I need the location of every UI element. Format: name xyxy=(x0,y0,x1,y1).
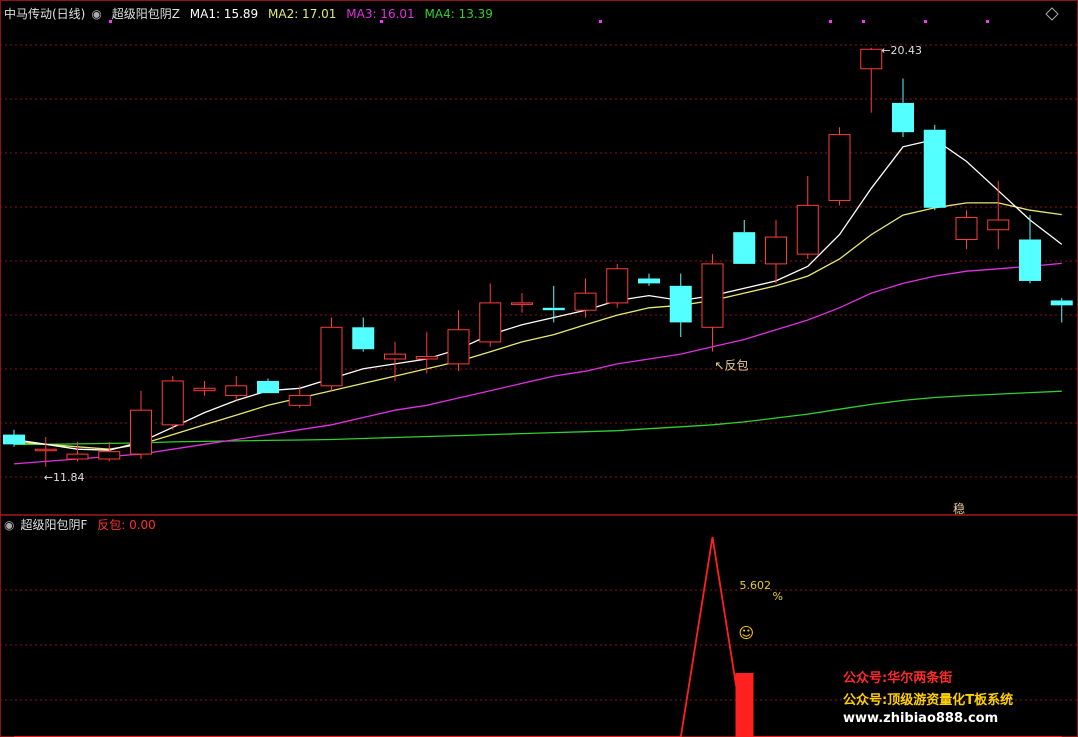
candle-body xyxy=(225,385,248,397)
signal-dot xyxy=(599,20,602,23)
candle-body xyxy=(892,102,914,133)
candle-body xyxy=(955,217,978,240)
candle-body xyxy=(923,129,946,208)
candle xyxy=(955,210,978,250)
candle xyxy=(796,176,819,259)
candle-body xyxy=(447,329,470,365)
candle xyxy=(3,429,25,447)
candle-body xyxy=(1019,239,1041,281)
candle-body xyxy=(828,134,851,201)
ma3-line xyxy=(13,262,1062,465)
candle xyxy=(161,376,184,430)
candle-body xyxy=(66,453,89,460)
high-price-label: ←20.43 xyxy=(881,44,922,57)
percent-sign: % xyxy=(773,590,783,603)
candle xyxy=(923,124,946,211)
candle-body xyxy=(161,380,184,426)
candle-body xyxy=(415,356,438,360)
candle xyxy=(606,263,629,308)
kline-chart[interactable]: ←20.43 ←11.84 ↖反包稳 5.602% ☺ xyxy=(0,0,1078,737)
candle xyxy=(892,78,914,138)
candle-body xyxy=(193,387,216,392)
candle xyxy=(98,441,121,462)
dropdown-icon[interactable]: ◉ xyxy=(91,7,101,21)
signal-dot xyxy=(986,20,989,23)
ma2-readout: MA2: 17.01 xyxy=(268,7,337,21)
ma1-readout: MA1: 15.89 xyxy=(189,7,259,21)
candle xyxy=(320,317,343,391)
candle xyxy=(352,317,375,352)
candle-body xyxy=(765,236,787,265)
candle xyxy=(193,380,216,396)
dropdown-icon[interactable]: ◉ xyxy=(4,518,14,532)
candle xyxy=(225,376,248,401)
candle-body xyxy=(987,219,1010,231)
candle-body xyxy=(1050,300,1073,306)
signal-dot xyxy=(862,20,865,23)
candle xyxy=(66,441,89,462)
smiley-icon: ☺ xyxy=(739,624,755,642)
indicator-name[interactable]: 超级阳包阴Z xyxy=(112,7,180,21)
candle-body xyxy=(34,448,57,452)
candle xyxy=(257,378,279,394)
candle-body xyxy=(574,292,597,311)
candle xyxy=(669,273,692,338)
watermark-line1: 公众号:华尔两条街 xyxy=(843,671,953,686)
sub-header: ◉ 超级阳包阴F 反包: 0.00 xyxy=(4,518,162,532)
diamond-icon xyxy=(1045,7,1059,21)
candle-body xyxy=(257,380,279,394)
signal-bar xyxy=(735,673,754,737)
candle-body xyxy=(701,263,724,328)
candle-body xyxy=(669,285,692,323)
candle xyxy=(511,293,533,313)
candle xyxy=(828,127,851,206)
candle-body xyxy=(98,451,121,460)
signal-readout: 反包: 0.00 xyxy=(97,518,156,532)
candle-body xyxy=(288,395,311,406)
signal-dot xyxy=(924,20,927,23)
candle xyxy=(701,254,724,352)
watermark-line3: www.zhibiao888.com xyxy=(843,711,999,726)
percent-value: 5.602 xyxy=(740,579,772,592)
candle-body xyxy=(606,268,629,304)
candle xyxy=(384,341,406,381)
stock-title[interactable]: 中马传动(日线) xyxy=(4,7,85,21)
signal-dot xyxy=(829,20,832,23)
candle-body xyxy=(542,307,565,311)
candle-body xyxy=(130,409,152,455)
candle-body xyxy=(638,278,660,284)
ma3-readout: MA3: 16.01 xyxy=(346,7,415,21)
candle xyxy=(638,273,660,286)
candle xyxy=(542,285,565,323)
candle xyxy=(987,180,1010,250)
candle-body xyxy=(384,353,406,360)
main-header: 中马传动(日线) ◉ 超级阳包阴Z MA1: 15.89 MA2: 17.01 M… xyxy=(4,7,499,21)
candle-body xyxy=(352,327,375,350)
signal-label: ↖反包 xyxy=(715,359,749,373)
ma4-readout: MA4: 13.39 xyxy=(424,7,493,21)
candle xyxy=(860,47,883,113)
extra-tag: 稳 xyxy=(953,501,965,516)
candle xyxy=(130,390,152,459)
candle xyxy=(479,283,502,347)
low-price-label: ←11.84 xyxy=(44,471,85,484)
sub-indicator-name[interactable]: 超级阳包阴F xyxy=(20,518,87,532)
candle xyxy=(447,310,470,372)
candle-body xyxy=(796,204,819,255)
watermark-line2: 公众号:顶级游资量化T板系统 xyxy=(843,693,1014,708)
candle-body xyxy=(3,434,25,445)
candle xyxy=(1050,298,1073,323)
candle-body xyxy=(860,48,883,70)
candle-body xyxy=(733,232,756,264)
candle xyxy=(733,219,756,264)
candle xyxy=(765,219,787,284)
candle-body xyxy=(511,302,533,305)
candle-body xyxy=(479,302,502,343)
candle-body xyxy=(320,326,343,387)
